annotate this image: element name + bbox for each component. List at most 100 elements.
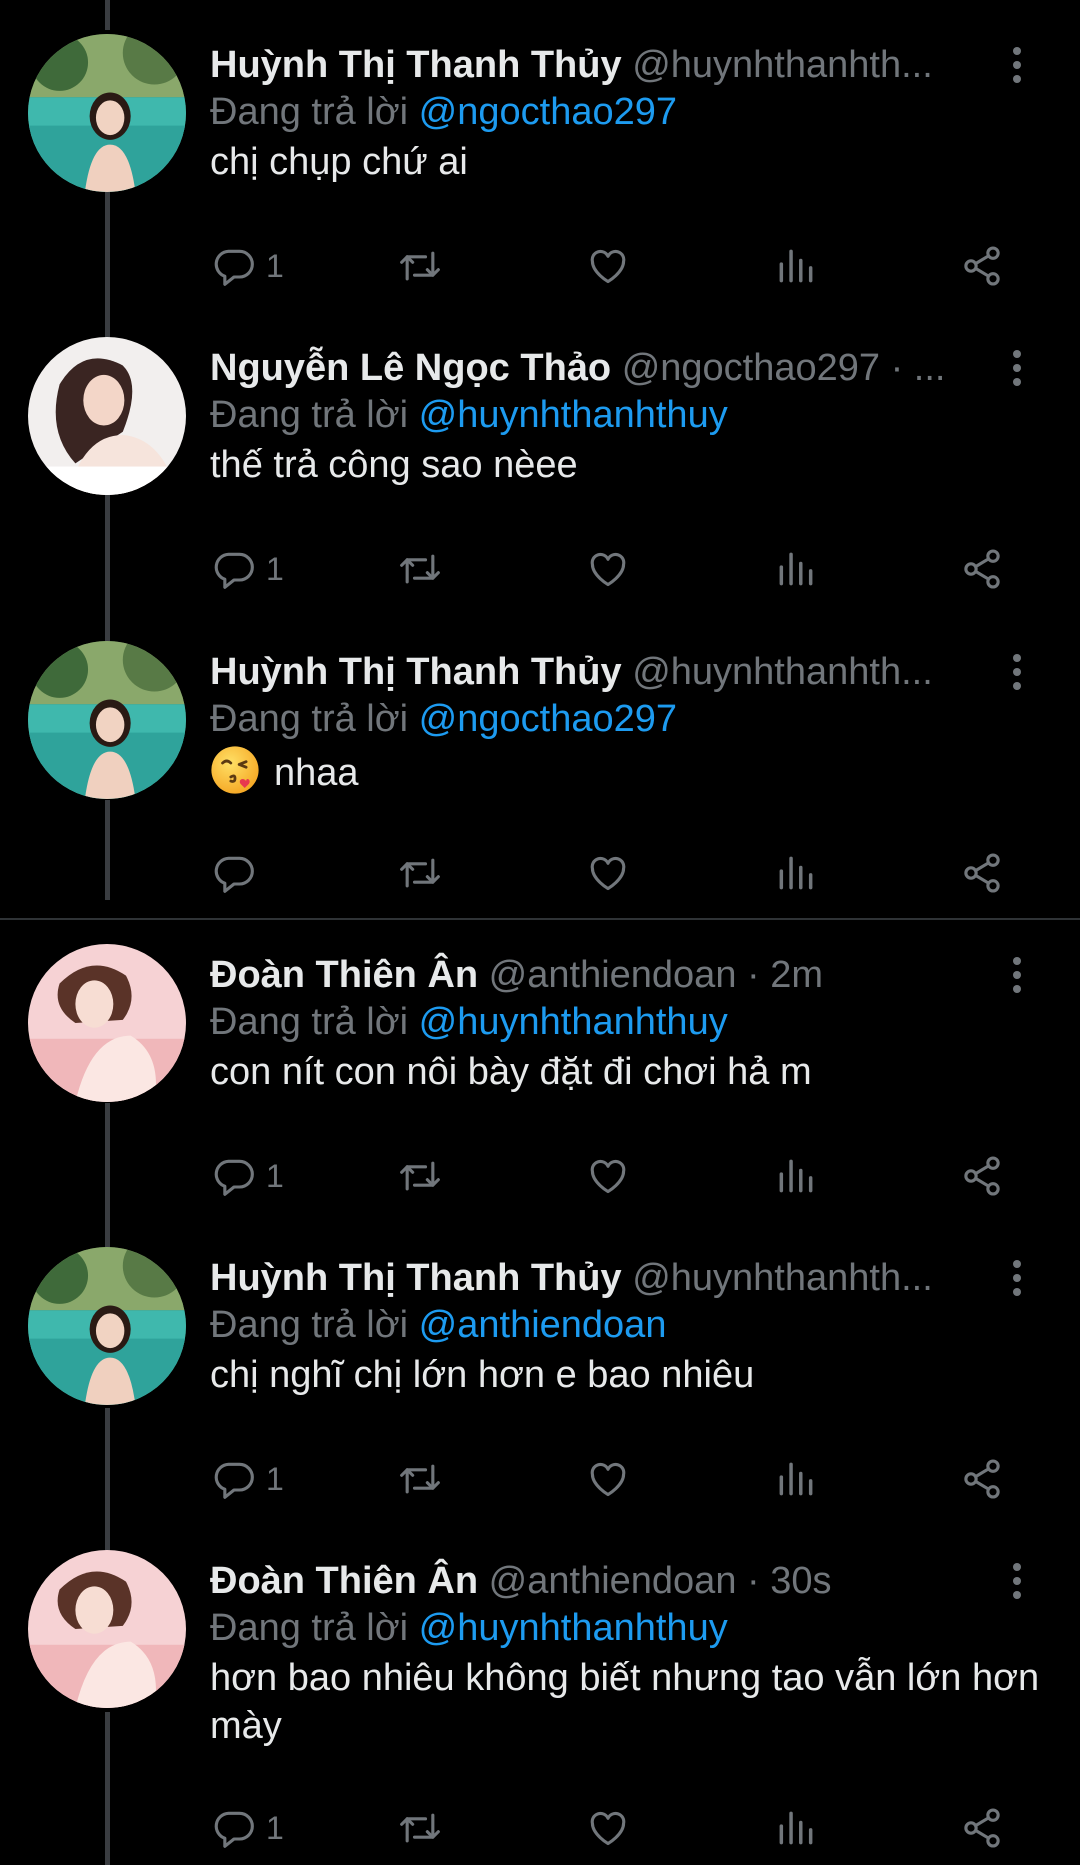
avatar[interactable] [28,641,186,799]
more-options-icon[interactable] [1000,343,1034,393]
more-options-icon[interactable] [1000,40,1034,90]
replying-to: Đang trả lời @anthiendoan [210,1297,666,1353]
retweet-button[interactable] [398,236,442,296]
avatar[interactable] [28,337,186,495]
heart-icon [586,1154,630,1198]
replying-to: Đang trả lời @ngocthao297 [210,691,677,747]
avatar[interactable] [28,944,186,1102]
like-button[interactable] [586,1798,630,1858]
more-options-icon[interactable] [1000,1253,1034,1303]
retweet-icon [398,244,442,288]
views-button[interactable] [774,1449,818,1509]
tweet[interactable]: Đoàn Thiên Ân @anthiendoan · 2m Đang trả… [0,944,1080,1224]
handle[interactable]: @anthiendoan · 30s [489,1560,832,1602]
reply-count: 1 [266,1460,284,1497]
share-icon [960,851,1004,895]
reply-count: 1 [266,1809,284,1846]
views-icon [774,244,818,288]
views-button[interactable] [774,1146,818,1206]
like-button[interactable] [586,236,630,296]
handle[interactable]: @huynhthanhth... [632,44,933,86]
reply-to-link[interactable]: @ngocthao297 [419,91,677,133]
share-icon [960,1806,1004,1850]
reply-count: 1 [266,1157,284,1194]
handle[interactable]: @huynhthanhth... [632,1257,933,1299]
reply-icon [212,547,256,591]
tweet-text-content: nhaa [274,752,359,794]
retweet-icon [398,1154,442,1198]
reply-button[interactable]: 1 [212,1449,284,1509]
reply-button[interactable]: 1 [212,539,284,599]
like-button[interactable] [586,843,630,903]
views-button[interactable] [774,539,818,599]
like-button[interactable] [586,539,630,599]
reply-button[interactable]: 1 [212,1146,284,1206]
tweet[interactable]: Huỳnh Thị Thanh Thủy @huynhthanhth... Đa… [0,34,1080,314]
retweet-icon [398,1457,442,1501]
display-name[interactable]: Huỳnh Thị Thanh Thủy [210,44,622,86]
share-button[interactable] [960,1146,1004,1206]
display-name[interactable]: Đoàn Thiên Ân [210,954,478,996]
handle[interactable]: @ngocthao297 · ... [622,347,946,389]
heart-icon [586,851,630,895]
reply-to-link[interactable]: @huynhthanhthuy [419,1607,728,1649]
views-button[interactable] [774,843,818,903]
reply-prefix: Đang trả lời [210,91,409,133]
action-bar [0,843,1080,903]
retweet-button[interactable] [398,1449,442,1509]
views-icon [774,851,818,895]
views-button[interactable] [774,236,818,296]
retweet-button[interactable] [398,1798,442,1858]
retweet-button[interactable] [398,1146,442,1206]
avatar[interactable] [28,1550,186,1708]
share-icon [960,1457,1004,1501]
action-bar: 1 [0,1449,1080,1509]
retweet-button[interactable] [398,843,442,903]
views-button[interactable] [774,1798,818,1858]
share-button[interactable] [960,1449,1004,1509]
display-name[interactable]: Nguyễn Lê Ngọc Thảo [210,347,611,389]
reply-button[interactable]: 1 [212,236,284,296]
share-icon [960,1154,1004,1198]
display-name[interactable]: Huỳnh Thị Thanh Thủy [210,1257,622,1299]
views-icon [774,1457,818,1501]
heart-icon [586,1457,630,1501]
share-icon [960,244,1004,288]
like-button[interactable] [586,1146,630,1206]
display-name[interactable]: Đoàn Thiên Ân [210,1560,478,1602]
reply-to-link[interactable]: @anthiendoan [419,1304,667,1346]
avatar[interactable] [28,1247,186,1405]
more-options-icon[interactable] [1000,950,1034,1000]
more-options-icon[interactable] [1000,647,1034,697]
handle[interactable]: @huynhthanhth... [632,651,933,693]
reply-button[interactable]: 1 [212,1798,284,1858]
tweet[interactable]: Huỳnh Thị Thanh Thủy @huynhthanhth... Đa… [0,641,1080,921]
heart-icon [586,1806,630,1850]
avatar[interactable] [28,34,186,192]
reply-to-link[interactable]: @huynhthanhthuy [419,1001,728,1043]
tweet[interactable]: Huỳnh Thị Thanh Thủy @huynhthanhth... Đa… [0,1247,1080,1527]
share-icon [960,547,1004,591]
reply-to-link[interactable]: @ngocthao297 [419,698,677,740]
handle[interactable]: @anthiendoan · 2m [489,954,823,996]
share-button[interactable] [960,843,1004,903]
share-button[interactable] [960,236,1004,296]
heart-icon [586,244,630,288]
reply-to-link[interactable]: @huynhthanhthuy [419,394,728,436]
more-options-icon[interactable] [1000,1556,1034,1606]
action-bar: 1 [0,539,1080,599]
views-icon [774,1154,818,1198]
reply-count: 1 [266,247,284,284]
replying-to: Đang trả lời @ngocthao297 [210,84,677,140]
share-button[interactable] [960,539,1004,599]
retweet-button[interactable] [398,539,442,599]
share-button[interactable] [960,1798,1004,1858]
tweet[interactable]: Nguyễn Lê Ngọc Thảo @ngocthao297 · ... Đ… [0,337,1080,617]
reply-icon [212,244,256,288]
tweet-text: nhaa [210,745,1040,797]
tweet[interactable]: Đoàn Thiên Ân @anthiendoan · 30s Đang tr… [0,1550,1080,1865]
display-name[interactable]: Huỳnh Thị Thanh Thủy [210,651,622,693]
reply-button[interactable] [212,843,266,903]
like-button[interactable] [586,1449,630,1509]
retweet-icon [398,851,442,895]
